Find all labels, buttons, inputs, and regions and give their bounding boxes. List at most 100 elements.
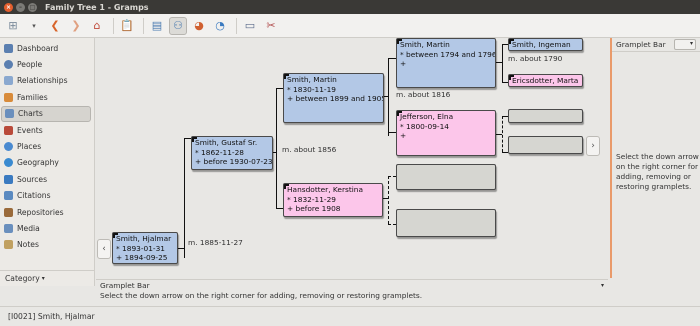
sidebar-item-citations[interactable]: Citations bbox=[0, 188, 94, 204]
sidebar-item-relationships[interactable]: Relationships bbox=[0, 73, 94, 89]
pedigree-view-icon[interactable]: ▤ bbox=[148, 17, 166, 35]
status-bar: [I0021] Smith, Hjalmar bbox=[0, 306, 700, 326]
geography-icon bbox=[4, 158, 13, 168]
connector-line bbox=[184, 138, 191, 139]
back-icon[interactable]: ❮ bbox=[46, 17, 64, 35]
connector-line bbox=[184, 138, 185, 258]
person-birth: * 1832-11-29 bbox=[287, 194, 336, 204]
descendant-fan-icon[interactable]: ◕ bbox=[190, 17, 208, 35]
sidebar-item-label: Geography bbox=[17, 158, 59, 168]
sidebar-item-sources[interactable]: Sources bbox=[0, 171, 94, 187]
chevron-right-icon[interactable]: › bbox=[586, 136, 600, 156]
person-box-marta[interactable]: Ericsdotter, Marta bbox=[508, 74, 583, 87]
sidebar-item-repositories[interactable]: Repositories bbox=[0, 204, 94, 220]
empty-person-box[interactable] bbox=[508, 109, 583, 123]
chevron-down-icon[interactable]: ▾ bbox=[601, 282, 604, 289]
connector-line bbox=[496, 62, 503, 63]
category-label: Category bbox=[5, 274, 40, 283]
active-person-marker bbox=[192, 137, 197, 142]
sidebar-item-people[interactable]: People bbox=[0, 56, 94, 72]
sidebar-item-places[interactable]: Places bbox=[0, 138, 94, 154]
person-birth: * 1893-01-31 bbox=[116, 243, 165, 253]
reports-icon[interactable]: ▭ bbox=[241, 17, 259, 35]
person-box-hjalmar[interactable]: Smith, Hjalmar * 1893-01-31 + 1894-09-25 bbox=[112, 232, 178, 264]
empty-person-box[interactable] bbox=[396, 209, 496, 237]
connector-line bbox=[383, 198, 389, 199]
repositories-icon bbox=[4, 207, 13, 217]
person-death: + 1894-09-25 bbox=[116, 253, 168, 263]
families-icon bbox=[4, 92, 13, 102]
tab-gramplet-bar[interactable]: Gramplet Bar bbox=[100, 281, 150, 290]
forward-icon[interactable]: ❯ bbox=[67, 17, 85, 35]
connector-line bbox=[388, 132, 396, 133]
sources-icon bbox=[4, 174, 13, 184]
empty-person-box[interactable] bbox=[396, 164, 496, 190]
sidebar-item-charts[interactable]: Charts bbox=[1, 105, 91, 122]
maximize-icon[interactable]: □ bbox=[28, 2, 37, 12]
chevron-left-icon[interactable]: ‹ bbox=[97, 239, 111, 259]
sidebar-item-label: Charts bbox=[18, 109, 43, 119]
person-name: Jefferson, Elna bbox=[400, 112, 454, 121]
sidebar-item-label: Sources bbox=[17, 174, 48, 184]
sidebar-item-dashboard[interactable]: Dashboard bbox=[0, 40, 94, 56]
sidebar-item-label: Places bbox=[17, 142, 42, 152]
minimize-icon[interactable]: – bbox=[16, 2, 25, 12]
connector-line bbox=[496, 134, 502, 135]
active-person-marker bbox=[284, 74, 289, 79]
places-icon bbox=[4, 142, 13, 152]
fan-chart-view-icon[interactable]: ⚇ bbox=[169, 16, 187, 35]
sidebar-item-geography[interactable]: Geography bbox=[0, 155, 94, 171]
marriage-label: m. about 1856 bbox=[282, 145, 337, 154]
close-icon[interactable]: × bbox=[4, 2, 13, 12]
sidebar-item-families[interactable]: Families bbox=[0, 89, 94, 105]
window-title: Family Tree 1 - Gramps bbox=[45, 2, 149, 12]
connector-line bbox=[273, 152, 277, 153]
people-icon bbox=[4, 60, 13, 70]
person-birth: * 1800-09-14 bbox=[400, 121, 449, 131]
tools-icon[interactable]: ✂ bbox=[262, 17, 280, 35]
sidebar-item-label: Events bbox=[17, 125, 43, 135]
notes-icon bbox=[4, 240, 13, 250]
active-person-marker bbox=[113, 233, 118, 238]
clipboard-icon[interactable]: 📋 bbox=[118, 17, 136, 35]
person-death: + bbox=[400, 131, 407, 141]
connector-line bbox=[276, 208, 283, 209]
home-icon[interactable]: ⌂ bbox=[88, 17, 106, 35]
navigator-icon[interactable]: ⊞ bbox=[4, 17, 22, 35]
person-death: + before 1908 bbox=[287, 204, 341, 214]
person-box-elna[interactable]: Jefferson, Elna * 1800-09-14 + bbox=[396, 110, 496, 156]
person-box-kerstina[interactable]: Hansdotter, Kerstina * 1832-11-29 + befo… bbox=[283, 183, 383, 217]
active-person-marker bbox=[509, 75, 514, 80]
gramplet-menu-button[interactable]: ▾ bbox=[674, 39, 696, 50]
connector-line bbox=[177, 248, 185, 249]
person-box-martin-1830[interactable]: Smith, Martin * 1830-11-19 + between 189… bbox=[283, 73, 384, 123]
connector-line bbox=[388, 58, 396, 59]
sidebar-item-notes[interactable]: Notes bbox=[0, 237, 94, 253]
citations-icon bbox=[4, 191, 13, 201]
person-box-ingeman[interactable]: Smith, Ingeman bbox=[508, 38, 583, 51]
dashboard-icon bbox=[4, 43, 13, 53]
person-death: + between 1899 and 1905 bbox=[287, 94, 384, 104]
tab-gramplet-bar[interactable]: Gramplet Bar bbox=[616, 40, 666, 49]
person-box-gustaf[interactable]: Smith, Gustaf Sr. * 1862-11-28 + before … bbox=[191, 136, 273, 170]
person-death: + before 1930-07-23 bbox=[195, 157, 273, 167]
connector-line bbox=[388, 58, 389, 136]
marriage-label: m. about 1816 bbox=[396, 90, 451, 99]
connector-line bbox=[388, 176, 396, 177]
navigator-dropdown-icon[interactable]: ▾ bbox=[25, 17, 43, 35]
relationships-icon bbox=[4, 76, 13, 86]
person-box-martin-1794[interactable]: Smith, Martin * between 1794 and 1796 + bbox=[396, 38, 496, 88]
two-way-fan-icon[interactable]: ◔ bbox=[211, 17, 229, 35]
sidebar-item-label: Citations bbox=[17, 191, 51, 201]
person-name: Smith, Hjalmar bbox=[116, 234, 172, 243]
sidebar-item-media[interactable]: Media bbox=[0, 220, 94, 236]
active-person-marker bbox=[509, 39, 514, 44]
chevron-down-icon: ▾ bbox=[41, 275, 45, 282]
sidebar-item-events[interactable]: Events bbox=[0, 122, 94, 138]
active-person-marker bbox=[397, 39, 402, 44]
empty-person-box[interactable] bbox=[508, 136, 583, 154]
category-selector[interactable]: Category ▾ bbox=[0, 270, 95, 286]
chevron-down-icon: ▾ bbox=[689, 40, 693, 47]
active-person-marker bbox=[397, 111, 402, 116]
connector-line bbox=[502, 116, 503, 152]
